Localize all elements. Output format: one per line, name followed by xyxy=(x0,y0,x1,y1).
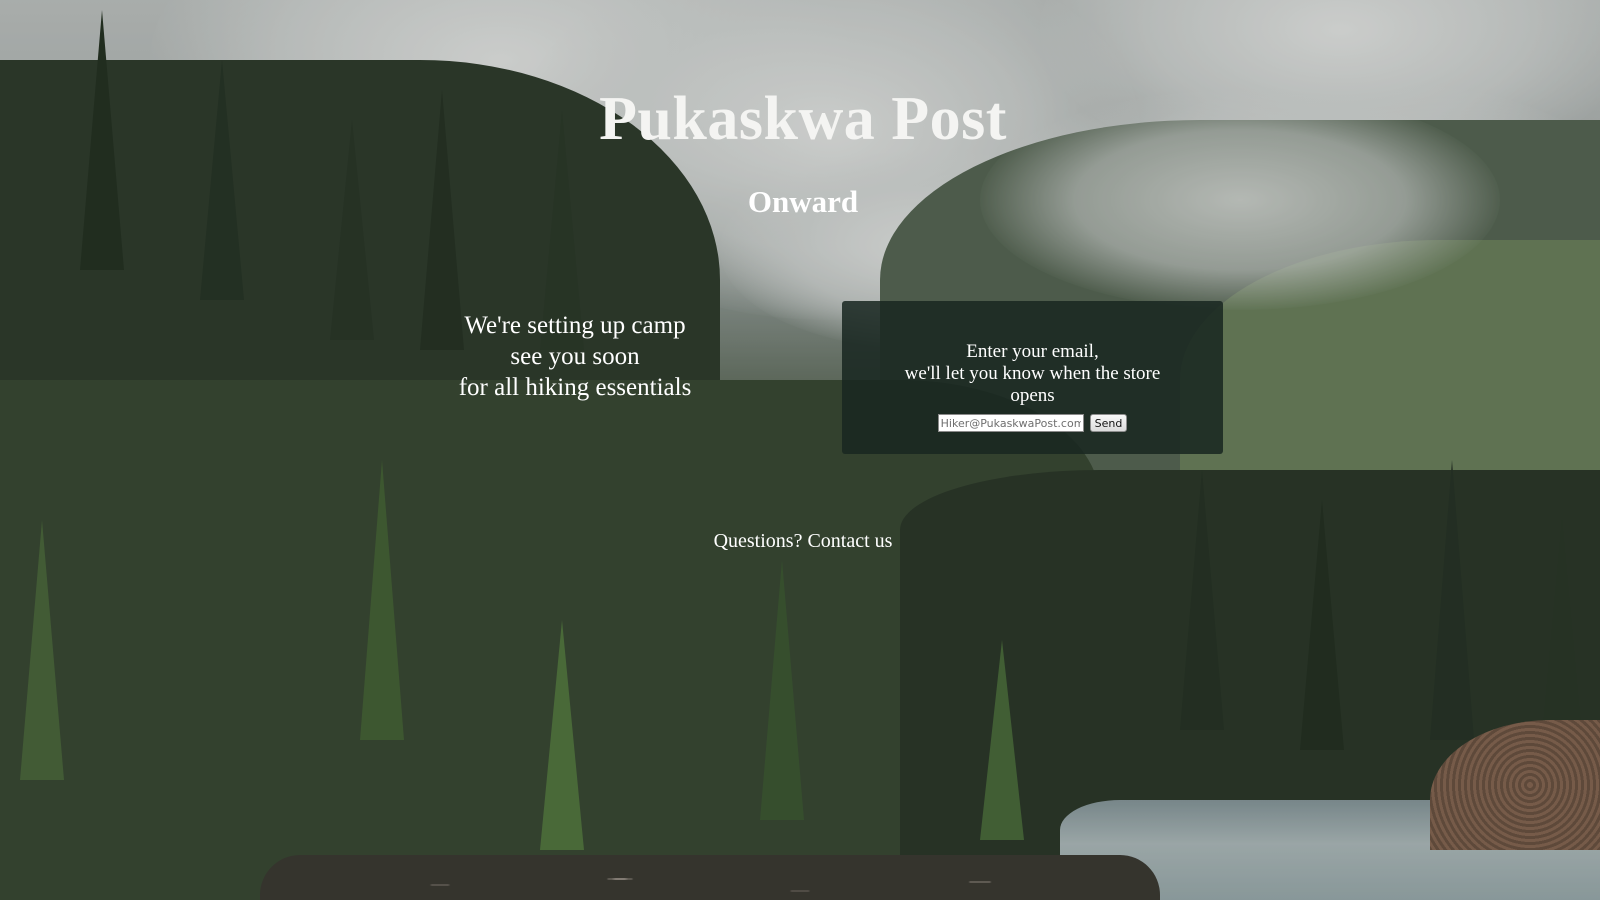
tagline-line-2: see you soon xyxy=(510,343,640,370)
signup-line-1: Enter your email, xyxy=(966,341,1099,362)
tagline: We're setting up camp see you soon for a… xyxy=(405,310,745,403)
signup-message: Enter your email, we'll let you know whe… xyxy=(842,341,1223,407)
send-button[interactable]: Send xyxy=(1089,414,1128,432)
email-input[interactable] xyxy=(937,414,1084,432)
tagline-line-1: We're setting up camp xyxy=(464,312,686,339)
signup-panel: Enter your email, we'll let you know whe… xyxy=(842,301,1223,454)
page-title: Pukaskwa Post xyxy=(599,85,1007,153)
signup-form: Send xyxy=(842,414,1223,432)
signup-line-2: we'll let you know when the store xyxy=(904,363,1161,384)
tagline-line-3: for all hiking essentials xyxy=(458,374,692,401)
signup-line-3: opens xyxy=(1010,385,1055,406)
page-subtitle: Onward xyxy=(747,184,859,219)
contact-us-link[interactable]: Questions? Contact us xyxy=(0,530,1600,553)
